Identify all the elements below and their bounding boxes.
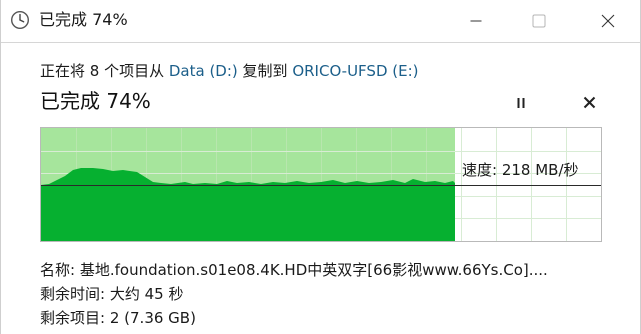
copy-middle: 复制到 (237, 62, 293, 80)
maximize-button[interactable] (516, 0, 562, 42)
source-link[interactable]: Data (D:) (169, 62, 238, 80)
window-title: 已完成 74% (39, 10, 128, 29)
name-value: 基地.foundation.s01e08.4K.HD中英双字[66影视www.6… (79, 261, 548, 279)
speed-label: 速度: 218 MB/秒 (462, 161, 579, 179)
time-remaining-label: 剩余时间: (40, 285, 106, 303)
name-label: 名称: (40, 261, 76, 279)
items-remaining-value: 2 (7.36 GB) (109, 309, 196, 327)
copy-description: 正在将 8 个项目从 Data (D:) 复制到 ORICO-UFSD (E:) (40, 61, 419, 81)
pause-button[interactable] (510, 92, 532, 114)
minimize-button[interactable] (453, 0, 499, 42)
minimize-icon (470, 15, 482, 27)
cancel-icon (583, 94, 596, 113)
copy-prefix: 正在将 8 个项目从 (40, 62, 169, 80)
time-remaining-row: 剩余时间: 大约 45 秒 (40, 284, 183, 304)
clock-icon (10, 10, 30, 30)
cancel-button[interactable] (578, 92, 600, 114)
close-button[interactable] (585, 0, 631, 42)
items-remaining-label: 剩余项目: (40, 309, 106, 327)
pause-icon (516, 94, 526, 113)
progress-heading: 已完成 74% (40, 89, 151, 113)
title-bar[interactable]: 已完成 74% (1, 0, 640, 43)
destination-link[interactable]: ORICO-UFSD (E:) (292, 62, 418, 80)
speed-graph (40, 127, 602, 242)
name-row: 名称: 基地.foundation.s01e08.4K.HD中英双字[66影视w… (40, 260, 548, 280)
time-remaining-value: 大约 45 秒 (109, 285, 184, 303)
close-icon (601, 14, 615, 28)
maximize-icon (532, 14, 546, 28)
speed-graph-svg (41, 128, 601, 241)
copy-progress-window: 已完成 74% 正在将 8 个项目从 Data (D:) 复制到 ORICO-U… (0, 0, 641, 334)
items-remaining-row: 剩余项目: 2 (7.36 GB) (40, 308, 196, 328)
